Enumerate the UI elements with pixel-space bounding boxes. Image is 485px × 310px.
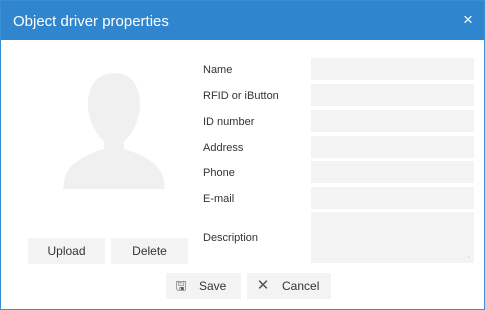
description-field[interactable]: ⠠ xyxy=(311,212,474,263)
description-label: Description xyxy=(203,232,259,244)
email-label: E-mail xyxy=(203,193,235,205)
floppy-disk-icon: 🖫 xyxy=(175,278,187,293)
cancel-button[interactable]: ✕ Cancel xyxy=(247,273,331,299)
id-number-field[interactable] xyxy=(311,110,474,132)
phone-label: Phone xyxy=(203,167,235,179)
name-label: Name xyxy=(203,64,233,76)
person-silhouette-icon xyxy=(63,73,165,189)
rfid-field[interactable] xyxy=(311,84,474,106)
cancel-label: Cancel xyxy=(282,279,320,293)
dialog-titlebar: Object driver properties × xyxy=(1,1,484,40)
id-number-label: ID number xyxy=(203,116,255,128)
resize-grip-icon[interactable]: ⠠ xyxy=(465,253,471,260)
name-field[interactable] xyxy=(311,58,474,80)
upload-photo-button[interactable]: Upload xyxy=(28,238,105,264)
address-label: Address xyxy=(203,142,244,154)
close-x-icon: ✕ xyxy=(256,277,270,294)
address-field[interactable] xyxy=(311,136,474,158)
driver-properties-dialog: Object driver properties × Upload Delete… xyxy=(0,0,485,310)
close-icon[interactable]: × xyxy=(458,10,478,30)
save-button[interactable]: 🖫 Save xyxy=(166,273,241,299)
dialog-title: Object driver properties xyxy=(13,13,169,30)
save-label: Save xyxy=(199,279,227,293)
rfid-label: RFID or iButton xyxy=(203,90,279,102)
phone-field[interactable] xyxy=(311,161,474,183)
delete-photo-button[interactable]: Delete xyxy=(111,238,188,264)
email-field[interactable] xyxy=(311,187,474,209)
